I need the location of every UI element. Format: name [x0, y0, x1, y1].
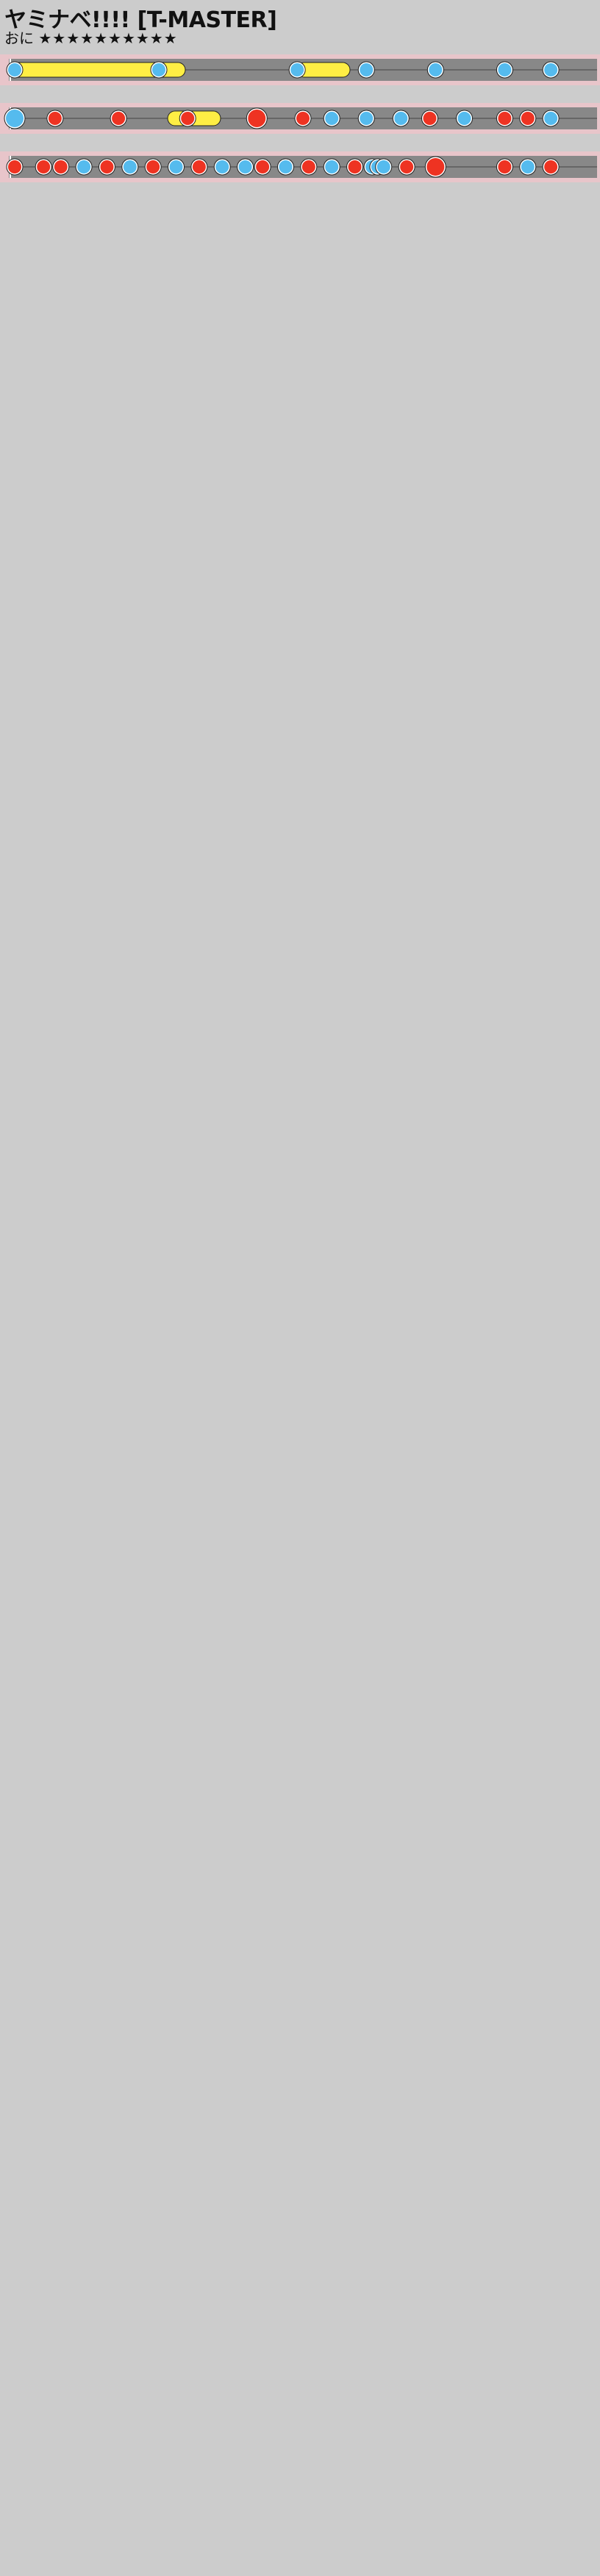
don-note	[100, 160, 114, 173]
ka-note	[325, 160, 339, 173]
don-note	[426, 158, 445, 176]
ka-note	[429, 63, 443, 76]
don-note	[256, 160, 270, 173]
ka-note	[457, 112, 471, 125]
ka-note	[521, 160, 535, 173]
don-note	[248, 110, 266, 127]
ka-note	[279, 160, 293, 173]
ka-note	[169, 160, 183, 173]
ka-note	[360, 63, 374, 76]
ka-note	[152, 63, 165, 76]
ka-note	[238, 160, 252, 173]
don-note	[544, 160, 558, 173]
taiko-chart	[0, 54, 600, 182]
don-note	[400, 160, 414, 173]
don-note	[423, 112, 437, 125]
ka-note	[376, 160, 390, 173]
ka-note	[498, 63, 512, 76]
don-note	[54, 160, 68, 173]
ka-note	[544, 63, 558, 76]
don-note	[521, 112, 535, 125]
don-note	[192, 160, 206, 173]
ka-note	[77, 160, 91, 173]
ka-note	[394, 112, 408, 125]
ka-note	[325, 112, 339, 125]
ka-note	[290, 63, 304, 76]
don-note	[48, 112, 62, 125]
ka-note	[215, 160, 229, 173]
ka-note	[123, 160, 137, 173]
don-note	[301, 160, 315, 173]
don-note	[498, 112, 512, 125]
don-note	[498, 160, 512, 173]
ka-note	[360, 112, 374, 125]
don-note	[146, 160, 160, 173]
ka-note	[544, 112, 558, 125]
don-note	[112, 112, 126, 125]
don-note	[296, 112, 310, 125]
ka-note	[6, 110, 24, 127]
don-note	[37, 160, 51, 173]
don-note	[181, 112, 195, 125]
don-note	[8, 160, 21, 173]
don-note	[348, 160, 362, 173]
ka-note	[8, 63, 21, 76]
